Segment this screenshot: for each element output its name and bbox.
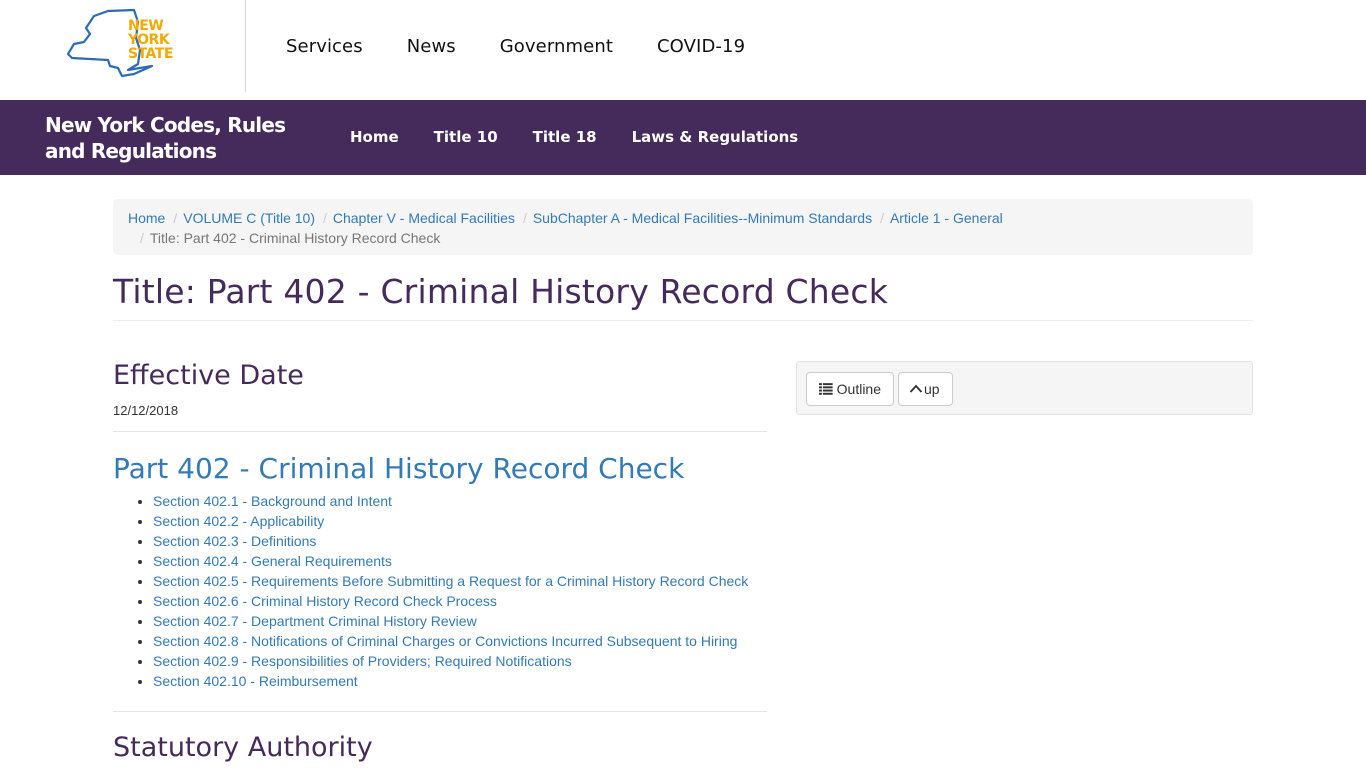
- section-link[interactable]: Section 402.2 - Applicability: [153, 513, 324, 529]
- list-item: Section 402.10 - Reimbursement: [153, 671, 767, 691]
- site-nav-title-10[interactable]: Title 10: [434, 128, 498, 146]
- section-divider: [113, 711, 767, 712]
- up-button-label: up: [924, 381, 940, 397]
- list-item: Section 402.4 - General Requirements: [153, 551, 767, 571]
- section-link[interactable]: Section 402.8 - Notifications of Crimina…: [153, 633, 737, 649]
- breadcrumb-volume-c[interactable]: VOLUME C (Title 10): [183, 210, 315, 226]
- top-nav-government[interactable]: Government: [500, 36, 613, 57]
- breadcrumb-separator: /: [880, 210, 884, 226]
- list-item: Section 402.9 - Responsibilities of Prov…: [153, 651, 767, 671]
- top-header: NEW YORK STATE Services News Government …: [0, 0, 1366, 100]
- effective-date-heading: Effective Date: [113, 360, 304, 391]
- breadcrumb: Home / VOLUME C (Title 10) / Chapter V - Med…: [113, 199, 1253, 255]
- main-content: Effective Date 12/12/2018 Part 402 - Cri…: [113, 360, 767, 763]
- section-link[interactable]: Section 402.10 - Reimbursement: [153, 673, 358, 689]
- outline-button-label: Outline: [836, 381, 881, 397]
- breadcrumb-current: Title: Part 402 - Criminal History Recor…: [149, 230, 441, 246]
- list-item: Section 402.2 - Applicability: [153, 511, 767, 531]
- top-nav-covid-19[interactable]: COVID-19: [657, 36, 745, 57]
- breadcrumb-subchapter-a[interactable]: SubChapter A - Medical Facilities--Minim…: [533, 210, 872, 226]
- list-icon: [819, 383, 833, 395]
- header-divider: [245, 0, 246, 92]
- list-item: Section 402.8 - Notifications of Crimina…: [153, 631, 767, 651]
- site-nav: Home Title 10 Title 18 Laws & Regulation…: [350, 128, 833, 146]
- section-link[interactable]: Section 402.3 - Definitions: [153, 533, 316, 549]
- section-list: Section 402.1 - Background and Intent Se…: [113, 491, 767, 691]
- chevron-up-icon: [909, 384, 923, 393]
- effective-date-value: 12/12/2018: [113, 403, 179, 418]
- list-item: Section 402.3 - Definitions: [153, 531, 767, 551]
- top-nav: Services News Government COVID-19: [286, 36, 789, 57]
- top-nav-services[interactable]: Services: [286, 36, 363, 57]
- breadcrumb-separator: /: [140, 230, 144, 246]
- section-link[interactable]: Section 402.5 - Requirements Before Subm…: [153, 573, 748, 589]
- site-nav-home[interactable]: Home: [350, 128, 399, 146]
- statutory-authority-heading: Statutory Authority: [113, 732, 373, 763]
- ny-state-logo[interactable]: NEW YORK STATE: [64, 8, 184, 80]
- ny-state-map-icon: NEW YORK STATE: [66, 8, 173, 78]
- page-title: Title: Part 402 - Criminal History Recor…: [113, 272, 889, 311]
- top-nav-news[interactable]: News: [407, 36, 456, 57]
- site-title-line2: and Regulations: [45, 139, 217, 163]
- section-divider: [113, 431, 767, 432]
- site-nav-title-18[interactable]: Title 18: [533, 128, 597, 146]
- section-link[interactable]: Section 402.6 - Criminal History Record …: [153, 593, 497, 609]
- breadcrumb-home[interactable]: Home: [128, 210, 165, 226]
- navigation-panel: Outline up: [796, 361, 1253, 415]
- breadcrumb-chapter-v[interactable]: Chapter V - Medical Facilities: [333, 210, 515, 226]
- site-title-line1: New York Codes, Rules: [45, 113, 286, 137]
- title-divider: [113, 320, 1253, 321]
- site-title[interactable]: New York Codes, Rules and Regulations: [45, 112, 295, 164]
- breadcrumb-separator: /: [522, 210, 527, 226]
- list-item: Section 402.1 - Background and Intent: [153, 491, 767, 511]
- site-bar: New York Codes, Rules and Regulations Ho…: [0, 100, 1366, 175]
- list-item: Section 402.6 - Criminal History Record …: [153, 591, 767, 611]
- svg-text:STATE: STATE: [128, 46, 173, 62]
- list-item: Section 402.7 - Department Criminal Hist…: [153, 611, 767, 631]
- section-link[interactable]: Section 402.9 - Responsibilities of Prov…: [153, 653, 572, 669]
- part-heading-link[interactable]: Part 402 - Criminal History Record Check: [113, 452, 684, 485]
- section-link[interactable]: Section 402.4 - General Requirements: [153, 553, 392, 569]
- breadcrumb-separator: /: [322, 210, 327, 226]
- outline-button[interactable]: Outline: [806, 372, 894, 406]
- up-button[interactable]: up: [898, 372, 953, 406]
- site-nav-laws-regulations[interactable]: Laws & Regulations: [632, 128, 799, 146]
- section-link[interactable]: Section 402.7 - Department Criminal Hist…: [153, 613, 477, 629]
- breadcrumb-separator: /: [173, 210, 178, 226]
- section-link[interactable]: Section 402.1 - Background and Intent: [153, 493, 392, 509]
- list-item: Section 402.5 - Requirements Before Subm…: [153, 571, 767, 591]
- breadcrumb-article-1[interactable]: Article 1 - General: [890, 210, 1003, 226]
